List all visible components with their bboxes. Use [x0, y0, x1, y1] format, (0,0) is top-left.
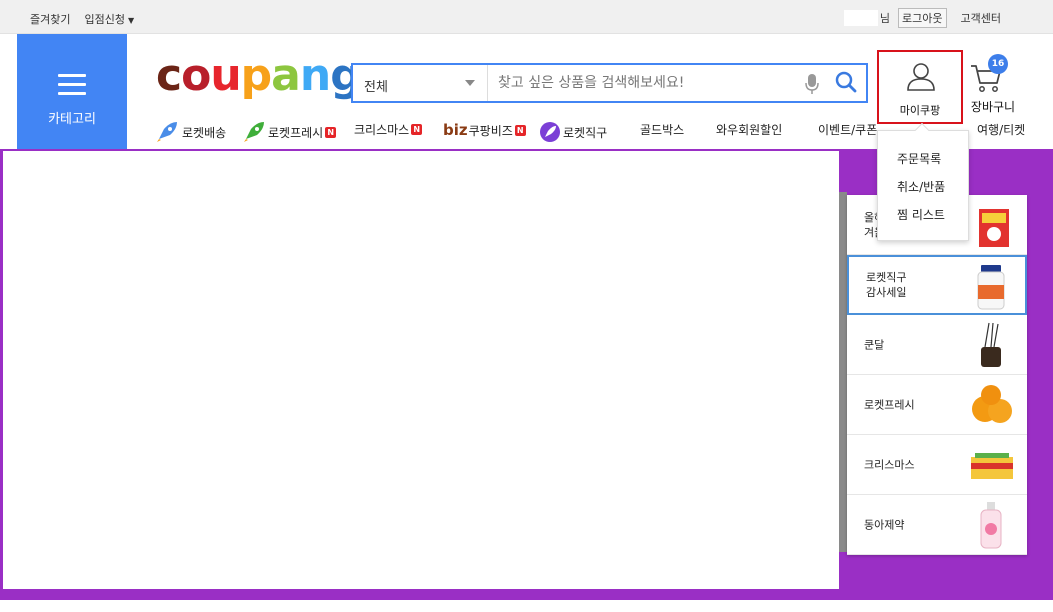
- cart-label: 장바구니: [970, 100, 1016, 114]
- logo-letter: u: [210, 50, 241, 101]
- nav-item-coupang-biz[interactable]: biz 쿠팡비즈 N: [443, 121, 526, 139]
- category-button[interactable]: 카테고리: [17, 34, 127, 150]
- logo-letter: c: [156, 50, 182, 101]
- nav-item-rocket-delivery[interactable]: 로켓배송: [155, 121, 226, 143]
- nav-item-christmas[interactable]: 크리스마스 N: [354, 121, 423, 138]
- dropdown-item-cancel-return[interactable]: 취소/반품: [897, 178, 945, 194]
- new-badge: N: [411, 124, 423, 135]
- panel-line: 감사세일: [866, 286, 907, 299]
- panel-line: 쿤달: [864, 338, 885, 351]
- cart-count-badge: 16: [988, 54, 1008, 74]
- nav-label: 로켓배송: [182, 125, 227, 140]
- rocket-blue-icon: [157, 122, 177, 142]
- logo-letter: p: [240, 50, 272, 101]
- product-thumb-lotion: [980, 502, 1002, 549]
- nav-label: 와우회원할인: [716, 123, 783, 137]
- dropdown-item-orders[interactable]: 주문목록: [897, 150, 941, 166]
- panel-line: 로켓프레시: [864, 398, 915, 411]
- new-badge: N: [325, 126, 337, 138]
- panel-item-rocket-fresh[interactable]: 로켓프레시: [847, 375, 1027, 435]
- logo-letter: a: [271, 50, 301, 101]
- rocket-purple-icon: [540, 122, 560, 142]
- search-icon[interactable]: [835, 71, 857, 97]
- product-thumb-oranges: [972, 385, 1012, 423]
- top-utility-bar: 즐겨찾기 입점신청 ▼ 님 로그아웃 고객센터: [0, 0, 1053, 34]
- nav-label: 로켓프레시: [268, 125, 324, 140]
- product-thumb-red-box: [979, 209, 1009, 247]
- nav-item-travel-ticket[interactable]: 여행/티켓: [977, 121, 1025, 138]
- nav-label: 골드박스: [640, 123, 685, 137]
- nav-label: 이벤트/쿠폰: [818, 123, 878, 137]
- bookmark-link[interactable]: 즐겨찾기: [30, 11, 70, 27]
- product-thumb-gift-box: [971, 453, 1013, 479]
- user-icon: [907, 63, 935, 91]
- panel-line: 로켓직구: [866, 271, 907, 284]
- coupang-logo[interactable]: coupang: [156, 54, 362, 98]
- panel-item-rocket-global-sale[interactable]: 로켓직구감사세일: [847, 255, 1027, 315]
- coupang-page: 즐겨찾기 입점신청▼ 님 로그아웃 고객센터 카테고리 coupang 전체: [0, 0, 1053, 612]
- my-coupang-dropdown: 주문목록 취소/반품 찜 리스트: [877, 122, 969, 241]
- nav-item-rocket-global[interactable]: 로켓직구: [539, 121, 607, 143]
- panel-item-text: 쿤달: [864, 337, 884, 352]
- search-scope-value: 전체: [364, 80, 388, 95]
- banner-side-strip: [839, 192, 847, 552]
- my-coupang-label: 마이쿠팡: [899, 104, 941, 117]
- search-input[interactable]: [498, 73, 798, 93]
- customer-center-link[interactable]: 고객센터: [961, 10, 1001, 26]
- banner-image-area: [3, 151, 839, 589]
- panel-line: 크리스마스: [864, 458, 915, 471]
- username-redacted: [843, 10, 878, 26]
- nav-label: 쿠팡비즈: [468, 123, 513, 138]
- product-thumb-diffuser: [981, 322, 1001, 367]
- product-thumb-bottle: [977, 265, 1005, 310]
- quick-category-panel: 올해 겨울 로켓직구 감사세일 쿤달 로켓프레시 크리스마스 동아제약: [847, 195, 1027, 555]
- search-scope-select[interactable]: 전체: [353, 65, 488, 101]
- panel-item-text: 동아제약: [864, 517, 904, 532]
- nav-label: 크리스마스: [354, 123, 410, 137]
- nav-item-wow-discount[interactable]: 와우회원할인: [716, 121, 782, 138]
- my-coupang-button[interactable]: 마이쿠팡: [877, 50, 963, 124]
- rocket-green-icon: [244, 122, 264, 142]
- microphone-icon[interactable]: [805, 73, 819, 99]
- logo-letter: n: [299, 50, 331, 101]
- nav-item-event-coupon[interactable]: 이벤트/쿠폰: [818, 121, 877, 138]
- seller-apply-link[interactable]: 입점신청 ▼: [84, 11, 134, 27]
- biz-logo: biz: [443, 121, 468, 139]
- cart-button[interactable]: 16 장바구니: [963, 54, 1023, 124]
- nav-label: 로켓직구: [563, 125, 608, 140]
- panel-item-text: 로켓프레시: [864, 397, 915, 412]
- caret-down-icon: ▼: [127, 16, 135, 25]
- logo-letter: o: [181, 50, 211, 101]
- panel-item-kundal[interactable]: 쿤달: [847, 315, 1027, 375]
- dropdown-pointer: [914, 122, 930, 138]
- nav-label: 여행/티켓: [977, 123, 1026, 137]
- panel-line: 동아제약: [864, 518, 905, 531]
- hamburger-icon: [58, 74, 86, 101]
- search-bar: 전체: [351, 63, 868, 103]
- page-bottom: [0, 600, 1053, 612]
- panel-item-text: 로켓직구감사세일: [866, 270, 906, 300]
- logout-button[interactable]: 로그아웃: [898, 8, 947, 28]
- panel-item-text: 크리스마스: [864, 457, 915, 472]
- panel-item-dong-a-pharm[interactable]: 동아제약: [847, 495, 1027, 555]
- user-suffix: 님: [879, 12, 891, 25]
- panel-item-christmas[interactable]: 크리스마스: [847, 435, 1027, 495]
- nav-item-rocket-fresh[interactable]: 로켓프레시 N: [242, 121, 337, 143]
- dropdown-item-wishlist[interactable]: 찜 리스트: [897, 206, 945, 222]
- category-label: 카테고리: [48, 112, 96, 127]
- seller-apply-label: 입점신청: [84, 13, 125, 26]
- nav-item-goldbox[interactable]: 골드박스: [640, 121, 684, 138]
- new-badge: N: [514, 124, 526, 136]
- dropdown-arrow-icon: [465, 80, 475, 86]
